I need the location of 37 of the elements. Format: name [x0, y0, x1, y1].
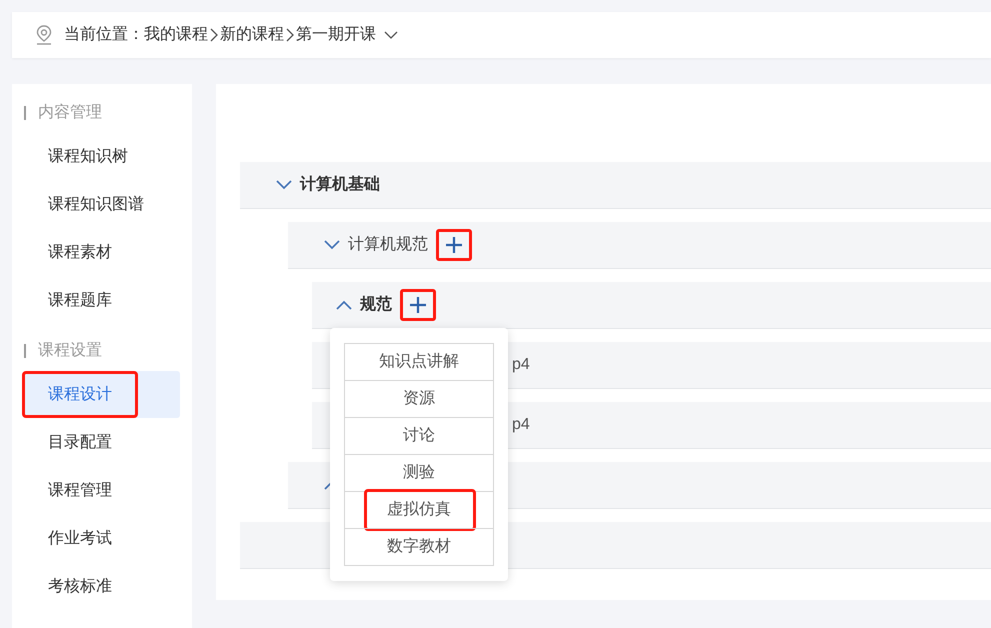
breadcrumb-link[interactable]: 第一期开课: [296, 23, 376, 47]
chevron-right-icon: [286, 28, 294, 42]
node-title: 规范: [360, 294, 392, 315]
file-name: p4: [512, 415, 530, 435]
chevron-right-icon: [210, 28, 218, 42]
location-pin-icon: [36, 25, 52, 45]
add-button[interactable]: [400, 289, 436, 321]
plus-icon: [445, 236, 463, 254]
breadcrumb-link[interactable]: 我的课程: [144, 23, 208, 47]
section-title: 内容管理: [38, 102, 102, 123]
sidebar-item[interactable]: 课程题库: [24, 277, 180, 324]
node-title: 计算机基础: [300, 174, 380, 195]
menu-item[interactable]: 知识点讲解: [344, 343, 494, 381]
menu-item[interactable]: 测验: [344, 454, 494, 492]
chevron-down-icon[interactable]: [324, 240, 340, 250]
file-name: p4: [512, 355, 530, 375]
plus-icon: [409, 296, 427, 314]
menu-item[interactable]: 虚拟仿真: [344, 491, 494, 529]
sidebar-item[interactable]: 作业考试: [24, 515, 180, 562]
sidebar-item[interactable]: 课程设计: [24, 371, 180, 418]
menu-item[interactable]: 数字教材: [344, 528, 494, 566]
sidebar-item[interactable]: 目录配置: [24, 419, 180, 466]
sidebar-item[interactable]: 课程管理: [24, 467, 180, 514]
sidebar-item[interactable]: 课程知识树: [24, 133, 180, 180]
breadcrumb-label: 当前位置：: [64, 25, 144, 45]
node-title: 计算机规范: [348, 234, 428, 255]
sidebar-item[interactable]: 考核标准: [24, 563, 180, 610]
section-title: 课程设置: [38, 341, 102, 361]
chevron-down-icon[interactable]: [276, 180, 292, 190]
breadcrumb-link[interactable]: 新的课程: [220, 23, 284, 47]
sidebar-item[interactable]: 课程素材: [24, 229, 180, 276]
menu-item[interactable]: 资源: [344, 380, 494, 418]
sidebar-item[interactable]: 课程知识图谱: [24, 181, 180, 228]
menu-item[interactable]: 讨论: [344, 417, 494, 455]
chevron-up-icon[interactable]: [336, 300, 352, 310]
chevron-down-icon[interactable]: [384, 31, 398, 39]
add-button[interactable]: [436, 229, 472, 261]
